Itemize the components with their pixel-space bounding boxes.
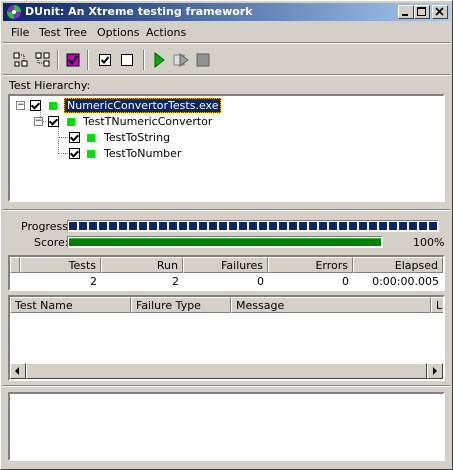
score-label: Score: bbox=[34, 236, 69, 249]
collapse-icon[interactable]: − bbox=[16, 101, 25, 110]
status-passed-icon bbox=[87, 150, 95, 158]
maximize-button[interactable] bbox=[414, 5, 430, 19]
select-all-icon bbox=[13, 52, 28, 67]
select-failed-icon bbox=[66, 53, 80, 67]
run-icon bbox=[154, 51, 165, 69]
menu-options[interactable]: Options bbox=[97, 26, 139, 39]
menu-bar: File Test Tree Options Actions bbox=[3, 23, 450, 41]
toolbar-separator bbox=[143, 50, 145, 70]
tree-node[interactable]: TestToString bbox=[10, 130, 440, 146]
column-header-failure-type[interactable]: Failure Type bbox=[131, 297, 231, 313]
node-checkbox[interactable] bbox=[48, 116, 59, 127]
tree-node-label[interactable]: TestToString bbox=[104, 131, 170, 144]
run-selected-button[interactable] bbox=[171, 50, 191, 70]
minimize-icon bbox=[402, 14, 408, 16]
toolbar-bottom-separator bbox=[3, 74, 450, 76]
failures-count: 0 bbox=[257, 275, 264, 288]
progress-bar bbox=[67, 220, 439, 232]
menu-test-tree[interactable]: Test Tree bbox=[39, 26, 87, 39]
score-bar bbox=[67, 236, 383, 248]
tree-node[interactable]: − TestTNumericConvertor bbox=[10, 114, 440, 130]
close-button[interactable] bbox=[432, 5, 448, 19]
scroll-thumb[interactable] bbox=[26, 363, 427, 379]
column-header-failures[interactable]: Failures bbox=[183, 257, 268, 273]
arrow-right-icon bbox=[433, 367, 437, 375]
select-failed-button[interactable] bbox=[63, 50, 83, 70]
menu-separator bbox=[3, 42, 450, 44]
elapsed-time: 0:00:00.005 bbox=[372, 275, 439, 288]
stop-button[interactable] bbox=[193, 50, 213, 70]
run-button[interactable] bbox=[149, 50, 169, 70]
status-passed-icon bbox=[87, 134, 95, 142]
maximize-icon bbox=[417, 7, 426, 16]
splitter[interactable] bbox=[3, 385, 450, 387]
failure-details-pane[interactable] bbox=[8, 392, 445, 461]
arrow-left-icon bbox=[15, 367, 19, 375]
failure-list[interactable]: Test Name Failure Type Message L bbox=[8, 295, 445, 381]
score-bar-fill bbox=[69, 238, 381, 246]
column-header-message[interactable]: Message bbox=[231, 297, 431, 313]
scroll-right-button[interactable] bbox=[427, 363, 443, 379]
grid-corner bbox=[10, 257, 20, 273]
tree-node[interactable]: TestToNumber bbox=[10, 146, 440, 162]
check-button[interactable] bbox=[95, 50, 115, 70]
tree-node-label[interactable]: TestToNumber bbox=[104, 147, 181, 160]
status-passed-icon bbox=[49, 102, 57, 110]
tree-node[interactable]: − NumericConvertorTests.exe bbox=[10, 98, 440, 114]
column-header-elapsed[interactable]: Elapsed bbox=[353, 257, 443, 273]
dunit-logo-icon bbox=[7, 5, 21, 19]
tests-count: 2 bbox=[90, 275, 97, 288]
test-tree[interactable]: − NumericConvertorTests.exe − TestTNumer… bbox=[8, 94, 445, 202]
tree-node-label[interactable]: NumericConvertorTests.exe bbox=[64, 98, 222, 113]
stop-icon bbox=[196, 53, 210, 67]
test-hierarchy-label: Test Hierarchy: bbox=[9, 79, 91, 92]
score-percent: 100% bbox=[413, 236, 445, 249]
progress-bar-fill bbox=[69, 222, 437, 230]
run-count: 2 bbox=[172, 275, 179, 288]
node-checkbox[interactable] bbox=[30, 100, 41, 111]
toolbar bbox=[3, 45, 450, 73]
node-checkbox[interactable] bbox=[69, 132, 80, 143]
main-window: DUnit: An Xtreme testing framework File … bbox=[0, 0, 453, 470]
toolbar-separator bbox=[87, 50, 89, 70]
column-header-tests[interactable]: Tests bbox=[20, 257, 101, 273]
uncheck-button[interactable] bbox=[117, 50, 137, 70]
run-selected-icon bbox=[173, 53, 189, 67]
menu-file[interactable]: File bbox=[11, 26, 29, 39]
horizontal-scrollbar[interactable] bbox=[10, 363, 443, 379]
column-header-run[interactable]: Run bbox=[101, 257, 183, 273]
status-passed-icon bbox=[67, 118, 75, 126]
title-bar[interactable]: DUnit: An Xtreme testing framework bbox=[3, 3, 450, 21]
summary-grid: Tests Run Failures Errors Elapsed 2 2 0 … bbox=[8, 255, 445, 291]
toolbar-separator bbox=[57, 50, 59, 70]
collapse-icon[interactable]: − bbox=[34, 117, 43, 126]
menu-actions[interactable]: Actions bbox=[146, 26, 186, 39]
close-icon bbox=[435, 7, 444, 16]
tree-node-label[interactable]: TestTNumericConvertor bbox=[83, 115, 212, 128]
column-header-test-name[interactable]: Test Name bbox=[10, 297, 131, 313]
column-header-location[interactable]: L bbox=[431, 297, 443, 313]
scroll-left-button[interactable] bbox=[10, 363, 26, 379]
window-title: DUnit: An Xtreme testing framework bbox=[25, 5, 253, 18]
node-checkbox[interactable] bbox=[69, 148, 80, 159]
check-icon bbox=[99, 54, 111, 66]
deselect-all-button[interactable] bbox=[33, 50, 53, 70]
uncheck-icon bbox=[121, 54, 133, 66]
deselect-all-icon bbox=[35, 52, 50, 67]
progress-label: Progress: bbox=[21, 220, 72, 233]
minimize-button[interactable] bbox=[398, 5, 414, 19]
splitter[interactable] bbox=[3, 209, 450, 211]
column-header-errors[interactable]: Errors bbox=[268, 257, 353, 273]
select-all-button[interactable] bbox=[11, 50, 31, 70]
errors-count: 0 bbox=[342, 275, 349, 288]
